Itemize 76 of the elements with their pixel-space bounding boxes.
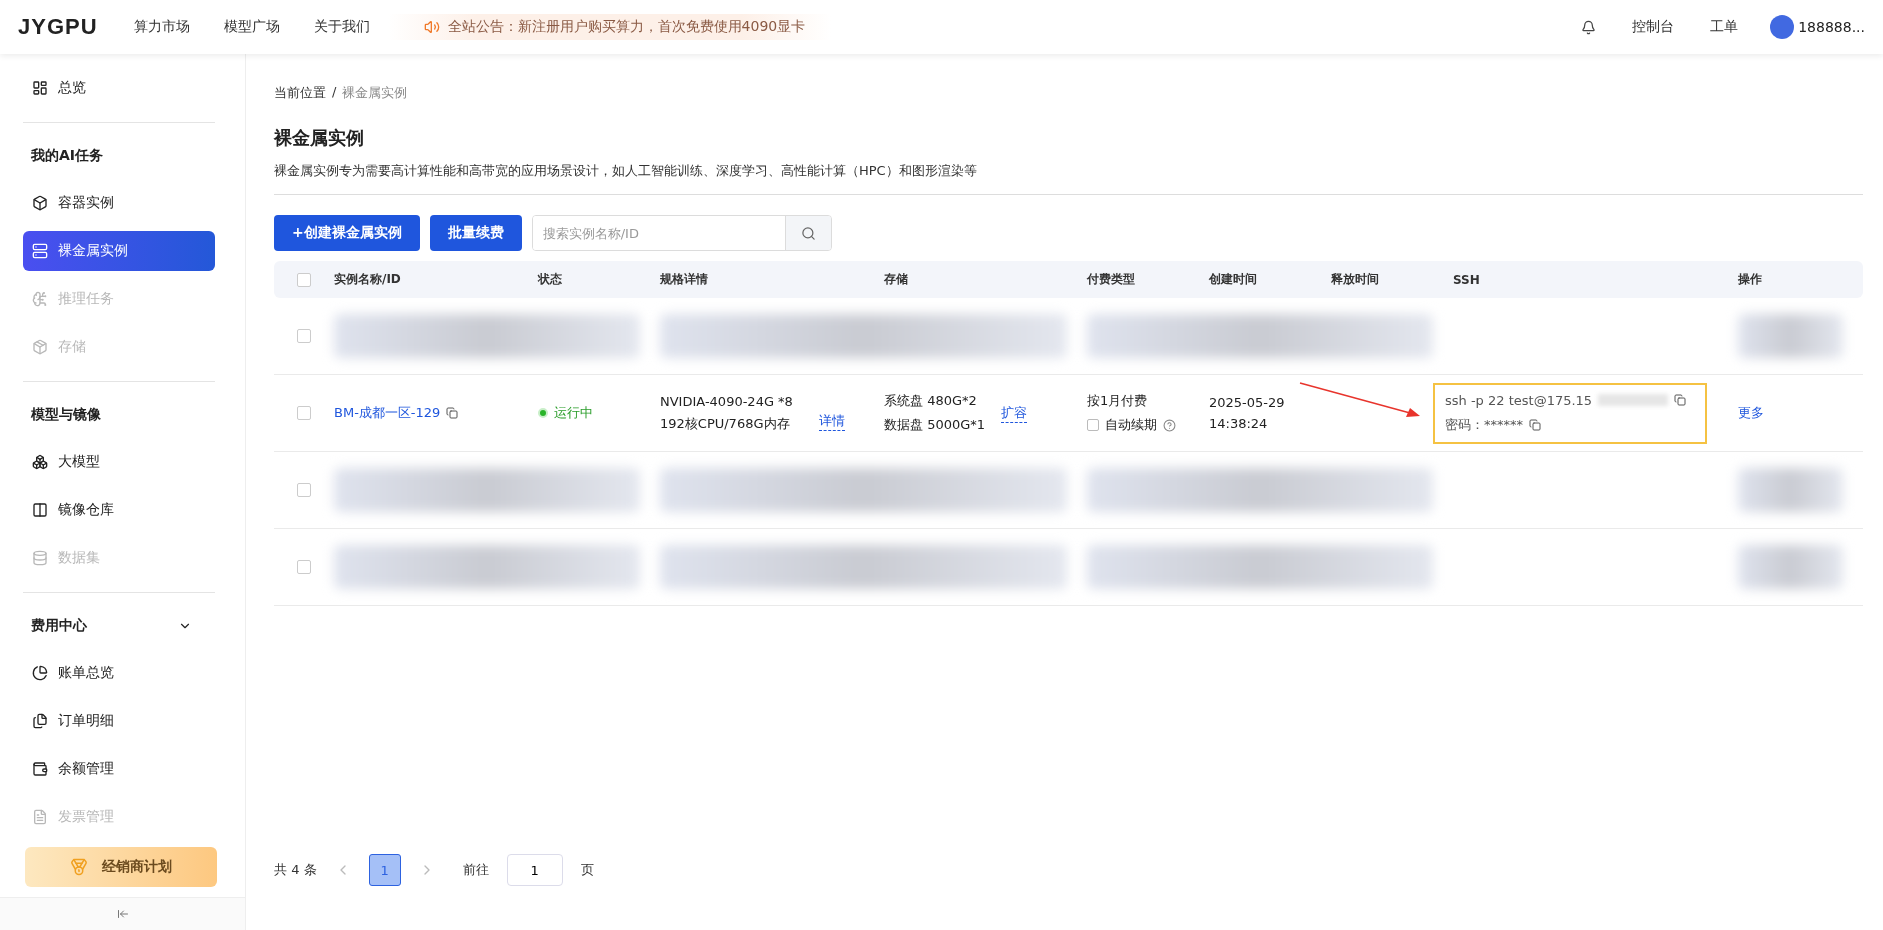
copy-icon[interactable] (1674, 394, 1687, 406)
page-unit: 页 (580, 861, 594, 879)
column-header: 实例名称/ID (334, 271, 402, 288)
status-text: 运行中 (554, 404, 593, 422)
nav-link[interactable]: 算力市场 (133, 18, 190, 36)
checkbox[interactable] (297, 329, 311, 343)
ssh-command: ssh -p 22 test@175.15 (1445, 392, 1593, 408)
page-title: 裸金属实例 (274, 126, 365, 150)
column-header: SSH (1453, 272, 1481, 287)
created-time: 2025-05-29 (1209, 395, 1286, 410)
sidebar-item[interactable]: 镜像仓库 (23, 490, 215, 530)
created-time: 14:38:24 (1209, 416, 1269, 431)
collapse-bar[interactable] (0, 897, 245, 930)
details-link[interactable]: 详情 (818, 411, 845, 431)
section-title: 模型与镜像 (31, 406, 101, 424)
instance-name-link[interactable]: BM-成都一区-129 (334, 404, 441, 422)
nav-link[interactable]: 模型广场 (223, 18, 280, 36)
breadcrumb-separator: / (332, 84, 337, 101)
avatar[interactable] (1770, 15, 1795, 39)
checkbox[interactable] (297, 483, 311, 497)
promo-button[interactable]: 经销商计划 (25, 847, 217, 887)
column-header: 创建时间 (1209, 271, 1258, 288)
spec-text: NVIDIA-4090-24G *8 (660, 393, 793, 409)
sidebar-item[interactable]: 总览 (23, 68, 215, 108)
more-link[interactable]: 更多 (1738, 404, 1863, 422)
storage-text: 数据盘 5000G*1 (884, 416, 986, 434)
search-button[interactable] (784, 216, 831, 250)
sidebar-item[interactable]: 裸金属实例 (23, 231, 215, 271)
sidebar-item[interactable]: 大模型 (23, 442, 215, 482)
logo[interactable]: JYGPU (18, 14, 98, 40)
help-icon[interactable] (1163, 418, 1176, 432)
medal-icon (70, 858, 88, 876)
expand-link[interactable]: 扩容 (1001, 403, 1028, 423)
nav-link[interactable]: 关于我们 (313, 18, 370, 36)
top-link[interactable]: 工单 (1710, 18, 1739, 36)
total-count: 共 4 条 (274, 861, 317, 879)
redacted-block (1598, 394, 1669, 406)
checkbox[interactable] (297, 406, 311, 420)
column-header: 状态 (538, 271, 563, 288)
status-dot (538, 408, 548, 418)
search-field[interactable]: 搜索实例名称/ID (531, 215, 832, 251)
sidebar-item[interactable]: 账单总览 (23, 653, 215, 693)
column-header: 释放时间 (1331, 271, 1380, 288)
checkbox[interactable] (297, 272, 311, 287)
goto-label: 前往 (462, 861, 489, 879)
password-text: 密码：****** (1445, 415, 1523, 434)
column-header: 存储 (884, 271, 909, 288)
column-header: 操作 (1738, 271, 1763, 288)
search-icon (800, 225, 816, 241)
column-header: 付费类型 (1087, 271, 1136, 288)
sidebar-item[interactable]: 容器实例 (23, 183, 215, 223)
storage-text: 系统盘 480G*2 (884, 392, 978, 410)
spec-text: 192核CPU/768G内存 (660, 414, 791, 433)
user-name[interactable]: 188888... (1798, 19, 1865, 35)
announcement-text: 全站公告：新注册用户购买算力，首次免费使用4090显卡 (447, 18, 806, 36)
top-link[interactable]: 控制台 (1632, 18, 1675, 36)
page-input[interactable]: 1 (506, 854, 563, 886)
checkbox[interactable] (1087, 419, 1099, 431)
sidebar-item[interactable]: 订单明细 (23, 701, 215, 741)
billing-type: 按1月付费 (1087, 392, 1149, 410)
page-description: 裸金属实例专为需要高计算性能和高带宽的应用场景设计，如人工智能训练、深度学习、高性能计算（HPC）和图形渲染等 (274, 162, 978, 180)
sidebar-item[interactable]: 余额管理 (23, 749, 215, 789)
copy-icon[interactable] (1529, 418, 1541, 431)
breadcrumb-item[interactable]: 当前位置 (274, 84, 326, 102)
breadcrumb-item: 裸金属实例 (342, 84, 408, 102)
notification-icon[interactable] (1581, 19, 1597, 35)
auto-renew-label: 自动续期 (1105, 416, 1157, 434)
section-title: 我的AI任务 (31, 147, 104, 165)
collapse-icon (116, 908, 129, 920)
checkbox[interactable] (297, 560, 311, 574)
section-title: 费用中心 (31, 617, 87, 635)
batch-renew-button[interactable]: 批量续费 (429, 215, 522, 251)
copy-icon[interactable] (446, 407, 459, 419)
column-header: 规格详情 (660, 271, 709, 288)
speaker-icon (423, 19, 440, 35)
create-button[interactable]: +创建裸金属实例 (274, 215, 420, 251)
